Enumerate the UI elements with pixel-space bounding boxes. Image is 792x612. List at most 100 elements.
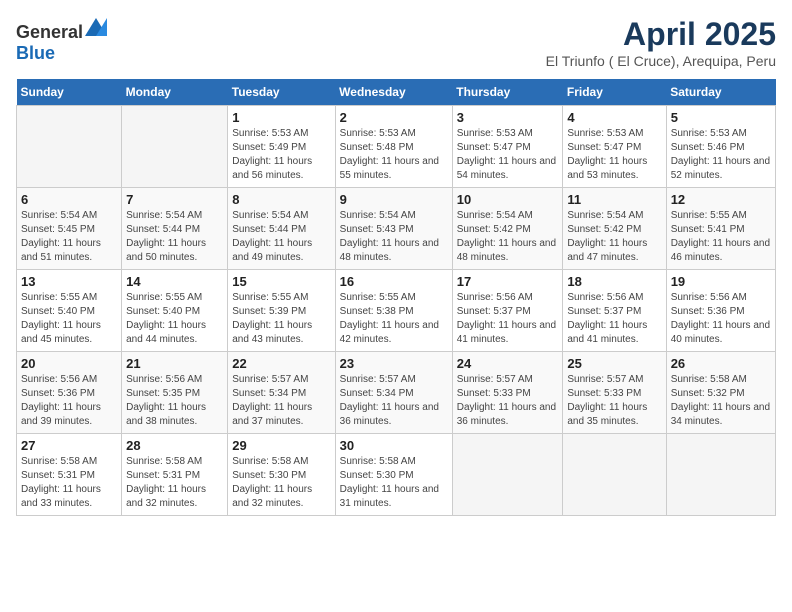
calendar-cell: 2 Sunrise: 5:53 AMSunset: 5:48 PMDaylight… <box>335 106 452 188</box>
header-tuesday: Tuesday <box>228 79 335 106</box>
calendar-cell: 5 Sunrise: 5:53 AMSunset: 5:46 PMDaylight… <box>666 106 775 188</box>
calendar-cell: 27 Sunrise: 5:58 AMSunset: 5:31 PMDayligh… <box>17 434 122 516</box>
calendar-cell <box>452 434 563 516</box>
calendar-cell: 12Sunrise: 5:55 AMSunset: 5:41 PMDayligh… <box>666 188 775 270</box>
day-number: 11 <box>567 192 661 207</box>
header-friday: Friday <box>563 79 666 106</box>
calendar-cell: 22 Sunrise: 5:57 AMSunset: 5:34 PMDayligh… <box>228 352 335 434</box>
calendar-cell: 9Sunrise: 5:54 AMSunset: 5:43 PMDaylight… <box>335 188 452 270</box>
day-info: Sunrise: 5:54 AMSunset: 5:42 PMDaylight:… <box>567 209 661 265</box>
day-number: 5 <box>671 110 771 125</box>
calendar-cell: 7Sunrise: 5:54 AMSunset: 5:44 PMDaylight… <box>122 188 228 270</box>
calendar-cell <box>17 106 122 188</box>
header-wednesday: Wednesday <box>335 79 452 106</box>
day-number: 15 <box>232 274 330 289</box>
day-number: 16 <box>340 274 448 289</box>
day-number: 9 <box>340 192 448 207</box>
logo-triangle-icon <box>85 16 107 38</box>
day-number: 28 <box>126 438 223 453</box>
calendar-cell: 16Sunrise: 5:55 AMSunset: 5:38 PMDayligh… <box>335 270 452 352</box>
day-number: 27 <box>21 438 117 453</box>
calendar-cell: 11 Sunrise: 5:54 AMSunset: 5:42 PMDayligh… <box>563 188 666 270</box>
day-info: Sunrise: 5:57 AMSunset: 5:34 PMDaylight:… <box>232 373 330 429</box>
day-number: 2 <box>340 110 448 125</box>
calendar-week-4: 20 Sunrise: 5:56 AMSunset: 5:36 PMDayligh… <box>17 352 776 434</box>
day-info: Sunrise: 5:53 AMSunset: 5:48 PMDaylight:… <box>340 127 448 183</box>
day-info: Sunrise: 5:58 AMSunset: 5:30 PMDaylight:… <box>232 455 330 511</box>
day-info: Sunrise: 5:55 AMSunset: 5:40 PMDaylight:… <box>126 291 223 347</box>
calendar-cell: 10Sunrise: 5:54 AMSunset: 5:42 PMDayligh… <box>452 188 563 270</box>
calendar-cell: 13 Sunrise: 5:55 AMSunset: 5:40 PMDayligh… <box>17 270 122 352</box>
logo-text: General Blue <box>16 16 107 64</box>
calendar-cell <box>563 434 666 516</box>
day-info: Sunrise: 5:53 AMSunset: 5:47 PMDaylight:… <box>457 127 559 183</box>
calendar-week-2: 6 Sunrise: 5:54 AMSunset: 5:45 PMDaylight… <box>17 188 776 270</box>
day-number: 19 <box>671 274 771 289</box>
calendar-week-3: 13 Sunrise: 5:55 AMSunset: 5:40 PMDayligh… <box>17 270 776 352</box>
header-monday: Monday <box>122 79 228 106</box>
day-number: 8 <box>232 192 330 207</box>
day-info: Sunrise: 5:54 AMSunset: 5:44 PMDaylight:… <box>232 209 330 265</box>
day-number: 29 <box>232 438 330 453</box>
calendar-cell: 14 Sunrise: 5:55 AMSunset: 5:40 PMDayligh… <box>122 270 228 352</box>
day-number: 22 <box>232 356 330 371</box>
calendar-cell: 23 Sunrise: 5:57 AMSunset: 5:34 PMDayligh… <box>335 352 452 434</box>
calendar-cell: 21 Sunrise: 5:56 AMSunset: 5:35 PMDayligh… <box>122 352 228 434</box>
day-number: 30 <box>340 438 448 453</box>
day-number: 21 <box>126 356 223 371</box>
day-number: 6 <box>21 192 117 207</box>
calendar-cell: 1Sunrise: 5:53 AMSunset: 5:49 PMDaylight… <box>228 106 335 188</box>
title-area: April 2025 El Triunfo ( El Cruce), Arequ… <box>546 16 776 69</box>
logo-blue: Blue <box>16 43 55 63</box>
day-info: Sunrise: 5:57 AMSunset: 5:33 PMDaylight:… <box>567 373 661 429</box>
day-number: 3 <box>457 110 559 125</box>
calendar-cell: 17 Sunrise: 5:56 AMSunset: 5:37 PMDayligh… <box>452 270 563 352</box>
day-info: Sunrise: 5:55 AMSunset: 5:41 PMDaylight:… <box>671 209 771 265</box>
day-info: Sunrise: 5:57 AMSunset: 5:34 PMDaylight:… <box>340 373 448 429</box>
logo: General Blue <box>16 16 107 64</box>
page-title: April 2025 <box>546 16 776 53</box>
day-number: 18 <box>567 274 661 289</box>
day-info: Sunrise: 5:54 AMSunset: 5:45 PMDaylight:… <box>21 209 117 265</box>
day-number: 4 <box>567 110 661 125</box>
day-number: 24 <box>457 356 559 371</box>
calendar-cell: 19Sunrise: 5:56 AMSunset: 5:36 PMDayligh… <box>666 270 775 352</box>
calendar-cell: 29 Sunrise: 5:58 AMSunset: 5:30 PMDayligh… <box>228 434 335 516</box>
day-info: Sunrise: 5:58 AMSunset: 5:31 PMDaylight:… <box>21 455 117 511</box>
day-number: 10 <box>457 192 559 207</box>
day-info: Sunrise: 5:54 AMSunset: 5:44 PMDaylight:… <box>126 209 223 265</box>
logo-general: General <box>16 22 83 42</box>
calendar-cell: 18Sunrise: 5:56 AMSunset: 5:37 PMDayligh… <box>563 270 666 352</box>
day-number: 13 <box>21 274 117 289</box>
calendar-cell: 3 Sunrise: 5:53 AMSunset: 5:47 PMDaylight… <box>452 106 563 188</box>
day-info: Sunrise: 5:58 AMSunset: 5:31 PMDaylight:… <box>126 455 223 511</box>
calendar-cell: 25 Sunrise: 5:57 AMSunset: 5:33 PMDayligh… <box>563 352 666 434</box>
day-number: 17 <box>457 274 559 289</box>
calendar-cell: 26Sunrise: 5:58 AMSunset: 5:32 PMDayligh… <box>666 352 775 434</box>
calendar-week-1: 1Sunrise: 5:53 AMSunset: 5:49 PMDaylight… <box>17 106 776 188</box>
day-info: Sunrise: 5:56 AMSunset: 5:35 PMDaylight:… <box>126 373 223 429</box>
calendar-cell: 30Sunrise: 5:58 AMSunset: 5:30 PMDayligh… <box>335 434 452 516</box>
day-number: 1 <box>232 110 330 125</box>
day-info: Sunrise: 5:56 AMSunset: 5:36 PMDaylight:… <box>21 373 117 429</box>
calendar-cell: 8 Sunrise: 5:54 AMSunset: 5:44 PMDaylight… <box>228 188 335 270</box>
day-number: 14 <box>126 274 223 289</box>
day-info: Sunrise: 5:56 AMSunset: 5:37 PMDaylight:… <box>457 291 559 347</box>
day-number: 23 <box>340 356 448 371</box>
calendar-cell <box>122 106 228 188</box>
calendar-cell <box>666 434 775 516</box>
calendar-header-row: SundayMondayTuesdayWednesdayThursdayFrid… <box>17 79 776 106</box>
day-info: Sunrise: 5:55 AMSunset: 5:39 PMDaylight:… <box>232 291 330 347</box>
day-number: 20 <box>21 356 117 371</box>
calendar-week-5: 27 Sunrise: 5:58 AMSunset: 5:31 PMDayligh… <box>17 434 776 516</box>
header-saturday: Saturday <box>666 79 775 106</box>
page-subtitle: El Triunfo ( El Cruce), Arequipa, Peru <box>546 53 776 69</box>
calendar-cell: 20 Sunrise: 5:56 AMSunset: 5:36 PMDayligh… <box>17 352 122 434</box>
calendar-cell: 28 Sunrise: 5:58 AMSunset: 5:31 PMDayligh… <box>122 434 228 516</box>
day-info: Sunrise: 5:57 AMSunset: 5:33 PMDaylight:… <box>457 373 559 429</box>
day-info: Sunrise: 5:53 AMSunset: 5:46 PMDaylight:… <box>671 127 771 183</box>
day-info: Sunrise: 5:55 AMSunset: 5:40 PMDaylight:… <box>21 291 117 347</box>
day-number: 25 <box>567 356 661 371</box>
day-info: Sunrise: 5:53 AMSunset: 5:47 PMDaylight:… <box>567 127 661 183</box>
header: General Blue April 2025 El Triunfo ( El … <box>16 16 776 69</box>
